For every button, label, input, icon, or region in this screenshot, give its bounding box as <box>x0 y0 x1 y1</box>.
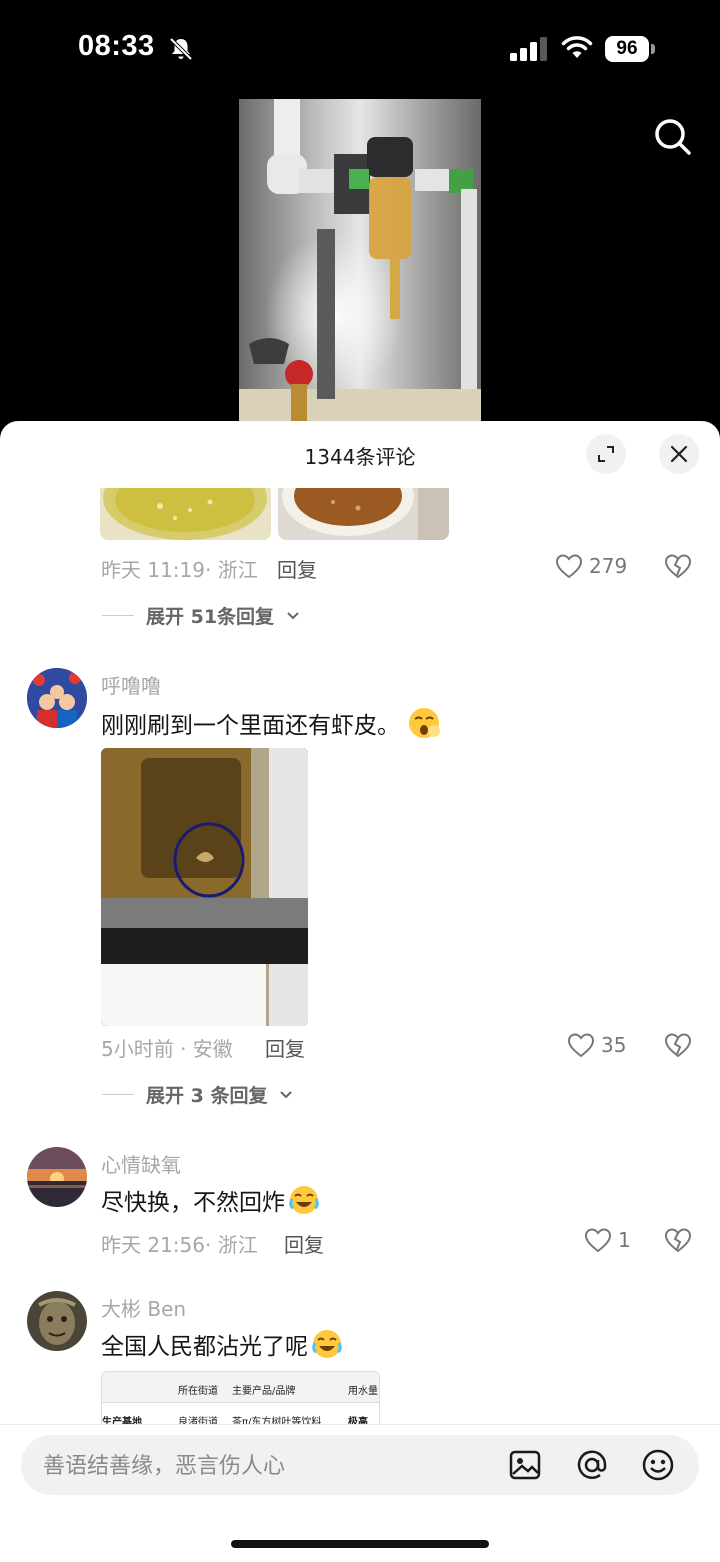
close-icon <box>670 445 688 463</box>
avatar[interactable] <box>27 1147 87 1207</box>
comment-username[interactable]: 心情缺氧 <box>101 1149 181 1178</box>
cellular-signal-icon <box>510 37 548 65</box>
broken-heart-icon <box>664 1033 692 1058</box>
comment-meta: 昨天 11:19· 浙江 <box>101 558 258 582</box>
comment-text-body: 尽快换，不然回炸 <box>101 1190 285 1216</box>
chevron-down-icon <box>287 611 299 619</box>
comment-input[interactable] <box>41 1435 505 1497</box>
crying-laughing-emoji-icon <box>289 1186 319 1214</box>
comment-username[interactable]: 呼噜噜 <box>101 670 161 699</box>
battery-tip <box>651 44 655 54</box>
avatar[interactable] <box>27 668 87 728</box>
expand-replies-button[interactable]: 展开 3 条回复 <box>102 1081 293 1108</box>
comment-meta: 昨天 21:56· 浙江 <box>101 1233 258 1257</box>
comment-text-body: 全国人民都沾光了呢 <box>101 1334 308 1360</box>
status-time: 08:33 <box>78 30 155 62</box>
comment-meta: 5小时前 · 安徽 <box>101 1037 233 1061</box>
comment-photo[interactable] <box>101 748 308 1026</box>
mention-icon[interactable] <box>575 1448 609 1486</box>
comment-image-yellow[interactable] <box>100 488 271 540</box>
search-icon[interactable] <box>652 116 694 162</box>
heart-icon <box>567 1033 595 1058</box>
heart-icon <box>555 554 583 579</box>
status-bar: 08:33 96 <box>0 0 720 155</box>
dislike-button[interactable] <box>664 1032 692 1062</box>
table-header: 主要产品/品牌 <box>232 1386 296 1397</box>
broken-heart-icon <box>664 1228 692 1253</box>
divider-line <box>102 1094 134 1095</box>
broken-heart-icon <box>664 554 692 579</box>
reply-button[interactable]: 回复 <box>284 1229 324 1258</box>
comment-sheet: 1344条评论 昨天 11:19· 浙江 回复 279 展开 51条回复 呼噜噜… <box>0 421 720 1561</box>
like-count: 1 <box>618 1228 631 1252</box>
video-preview[interactable] <box>239 99 481 424</box>
like-count: 279 <box>589 554 628 578</box>
expand-icon <box>598 446 614 462</box>
expand-replies-label: 展开 3 条回复 <box>146 1085 268 1107</box>
divider-line <box>102 615 134 616</box>
crying-laughing-emoji-icon <box>312 1330 342 1358</box>
like-button[interactable]: 1 <box>584 1227 631 1253</box>
heart-icon <box>584 1228 612 1253</box>
comment-text-body: 刚刚刷到一个里面还有虾皮。 <box>101 713 400 739</box>
yawn-emoji-icon <box>409 708 440 738</box>
battery-indicator: 96 <box>605 36 649 62</box>
like-button[interactable]: 279 <box>555 553 627 579</box>
table-header: 用水量 <box>348 1386 378 1397</box>
comment-username[interactable]: 大彬 Ben <box>101 1293 186 1322</box>
mute-bell-icon <box>168 36 194 66</box>
reply-button[interactable]: 回复 <box>277 554 317 583</box>
expand-replies-button[interactable]: 展开 51条回复 <box>102 602 300 629</box>
dislike-button[interactable] <box>664 1227 692 1257</box>
dislike-button[interactable] <box>664 553 692 583</box>
chevron-down-icon <box>280 1090 293 1098</box>
comment-text: 刚刚刷到一个里面还有虾皮。 <box>101 705 442 741</box>
emoji-icon[interactable] <box>641 1448 675 1486</box>
comment-image-brown[interactable] <box>278 488 449 540</box>
image-icon[interactable] <box>509 1449 541 1485</box>
wifi-icon <box>561 36 593 64</box>
home-indicator <box>231 1540 489 1548</box>
expand-button[interactable] <box>586 434 626 474</box>
close-button[interactable] <box>659 434 699 474</box>
like-count: 35 <box>601 1033 627 1057</box>
comment-text: 全国人民都沾光了呢 <box>101 1327 344 1361</box>
comment-text: 尽快换，不然回炸 <box>101 1183 321 1217</box>
avatar[interactable] <box>27 1291 87 1351</box>
comment-input-pill[interactable] <box>21 1435 699 1497</box>
expand-replies-label: 展开 51条回复 <box>146 606 275 628</box>
table-header: 所在街道 <box>178 1386 218 1397</box>
reply-button[interactable]: 回复 <box>265 1033 305 1062</box>
like-button[interactable]: 35 <box>567 1032 626 1058</box>
